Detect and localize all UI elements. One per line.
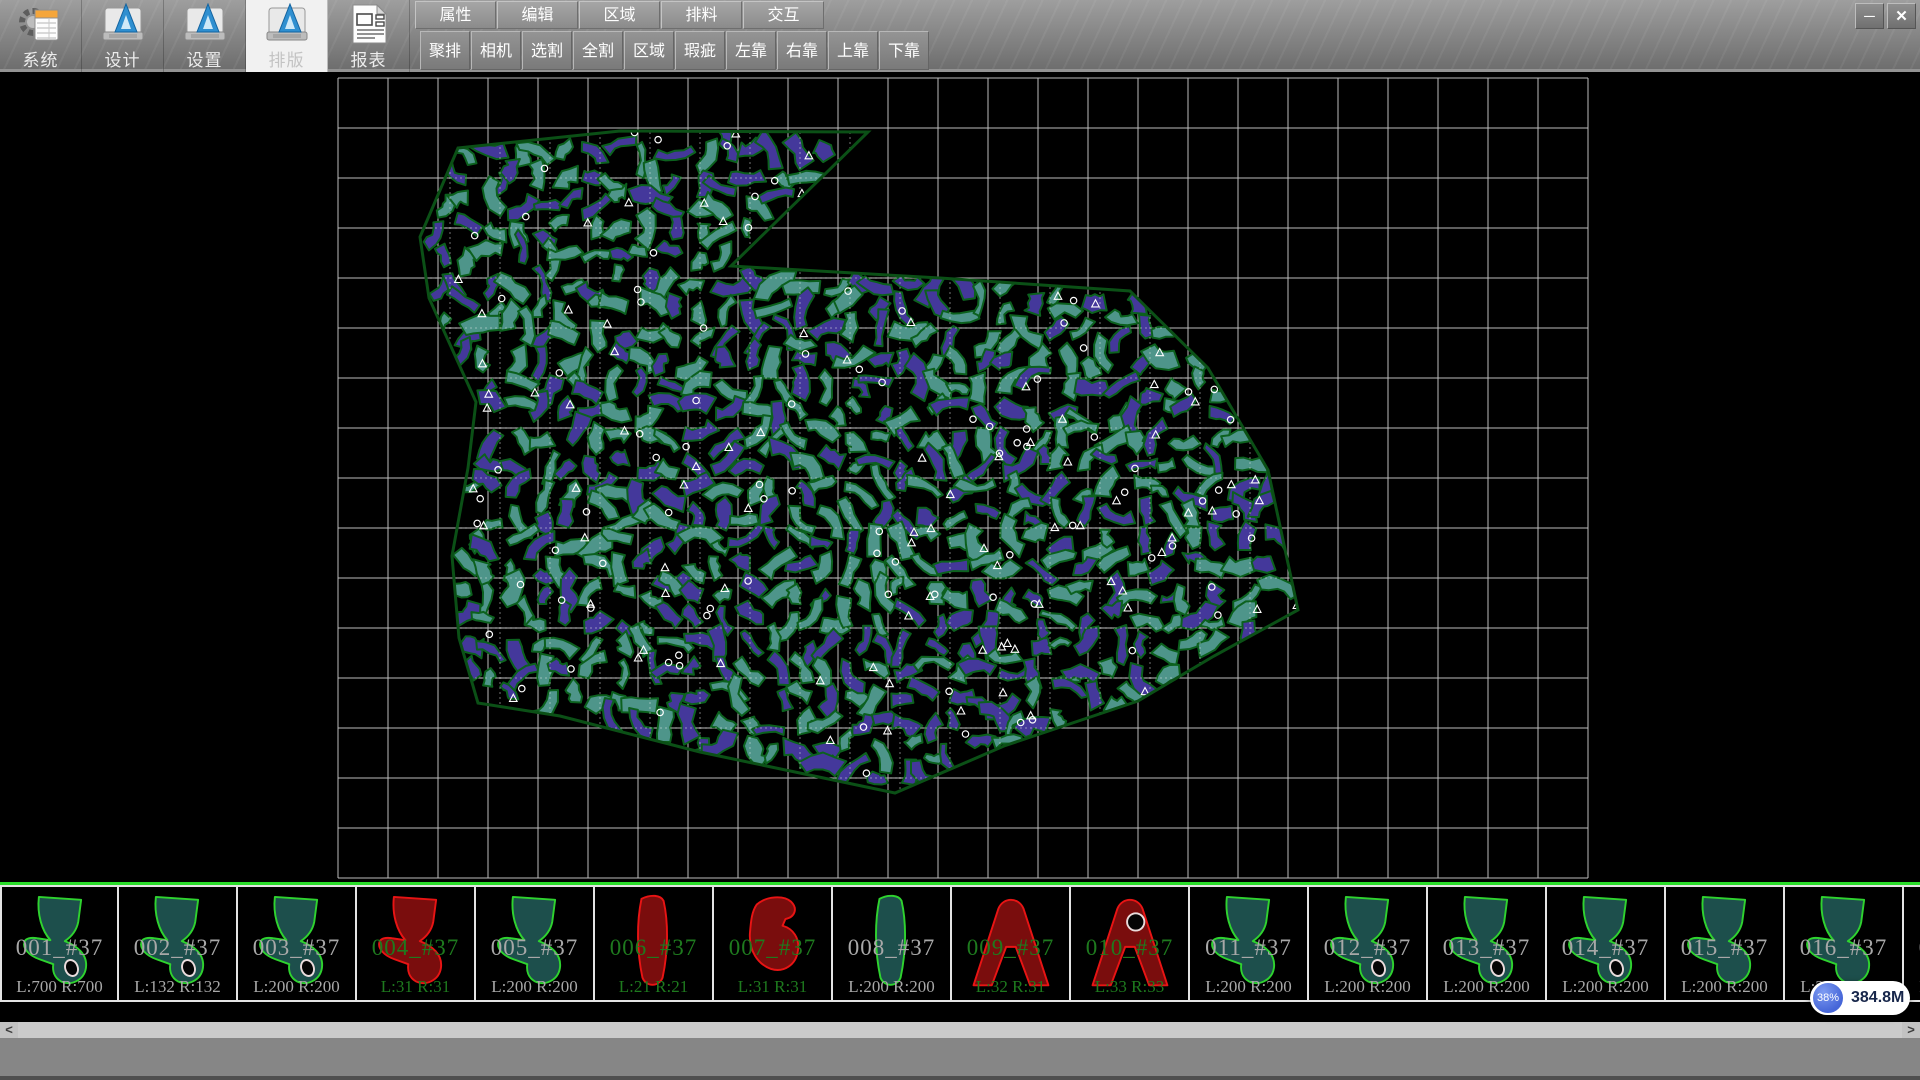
iconbar-button-label: 设置 (187, 46, 223, 71)
toolbar-area: 系统 设计 设置 排版 报表 属性编辑区域排料交互 聚排相机选割全割区域瑕疵左靠… (0, 0, 1920, 72)
piece-id-label: 005_#37 (476, 935, 593, 961)
piece-id-label: 017_#37 (1904, 935, 1920, 961)
piece-id-label: 003_#37 (238, 935, 355, 961)
piece-lr-label: L:200 R:200 (1428, 977, 1545, 997)
horizontal-scrollbar[interactable]: < > (0, 1022, 1920, 1038)
main-icon-bar: 系统 设计 设置 排版 报表 (0, 0, 410, 72)
scroll-right-icon[interactable]: > (1902, 1022, 1920, 1038)
set-square-icon (264, 3, 310, 45)
strip-cell-013_#37[interactable]: 013_#37 L:200 R:200 (1428, 885, 1547, 1002)
status-bar (0, 1038, 1920, 1076)
piece-id-label: 016_#37 (1785, 935, 1902, 961)
window-controls: ─ ✕ (1855, 3, 1916, 29)
piece-id-label: 008_#37 (833, 935, 950, 961)
nesting-canvas[interactable] (0, 72, 1920, 882)
piece-id-label: 013_#37 (1428, 935, 1545, 961)
piece-id-label: 014_#37 (1547, 935, 1664, 961)
report-icon (346, 3, 392, 45)
nested-pieces-layer[interactable] (410, 118, 1310, 802)
minimize-button[interactable]: ─ (1855, 3, 1884, 29)
strip-cell-017_#37[interactable]: 017_#37L:200 R:200 (1904, 885, 1920, 1002)
piece-id-label: 006_#37 (595, 935, 712, 961)
window-bottom-edge (0, 1076, 1920, 1080)
strip-cell-010_#37[interactable]: 010_#37 L:33 R:33 (1071, 885, 1190, 1002)
piece-lr-label: L:200 R:200 (833, 977, 950, 997)
scroll-left-icon[interactable]: < (0, 1022, 18, 1038)
piece-lr-label: L:200 R:200 (238, 977, 355, 997)
tool-button-4[interactable]: 区域 (624, 31, 674, 70)
piece-filmstrip: 001_#37 L:700 R:700002_#37 L:132 R:132003_… (0, 882, 1920, 1022)
tool-button-7[interactable]: 右靠 (777, 31, 827, 70)
menu-item-0[interactable]: 属性 (415, 1, 496, 29)
strip-cell-015_#37[interactable]: 015_#37 L:200 R:200 (1666, 885, 1785, 1002)
piece-id-label: 010_#37 (1071, 935, 1188, 961)
iconbar-button-report[interactable]: 报表 (328, 0, 410, 72)
iconbar-button-system[interactable]: 系统 (0, 0, 82, 72)
menu-item-3[interactable]: 排料 (661, 1, 742, 29)
piece-lr-label: L:200 R:200 (476, 977, 593, 997)
piece-id-label: 015_#37 (1666, 935, 1783, 961)
application-window: 系统 设计 设置 排版 报表 属性编辑区域排料交互 聚排相机选割全割区域瑕疵左靠… (0, 0, 1920, 1080)
progress-pill: 38% 384.8M (1810, 981, 1910, 1015)
strip-cell-009_#37[interactable]: 009_#37 L:32 R:31 (952, 885, 1071, 1002)
piece-lr-label: L:132 R:132 (119, 977, 236, 997)
piece-id-label: 002_#37 (119, 935, 236, 961)
piece-lr-label: L:32 R:31 (952, 977, 1069, 997)
strip-cell-012_#37[interactable]: 012_#37 L:200 R:200 (1309, 885, 1428, 1002)
tool-button-6[interactable]: 左靠 (726, 31, 776, 70)
piece-id-label: 001_#37 (2, 935, 117, 961)
menu-item-2[interactable]: 区域 (579, 1, 660, 29)
iconbar-button-label: 排版 (269, 46, 305, 71)
tool-button-3[interactable]: 全割 (573, 31, 623, 70)
piece-lr-label: L:31 R:31 (357, 977, 474, 997)
tool-button-bar: 聚排相机选割全割区域瑕疵左靠右靠上靠下靠 (420, 31, 930, 70)
strip-cell-006_#37[interactable]: 006_#37 L:21 R:21 (595, 885, 714, 1002)
close-button[interactable]: ✕ (1887, 3, 1916, 29)
strip-cell-005_#37[interactable]: 005_#37 L:200 R:200 (476, 885, 595, 1002)
piece-lr-label: L:21 R:21 (595, 977, 712, 997)
piece-id-label: 011_#37 (1190, 935, 1307, 961)
tool-button-2[interactable]: 选割 (522, 31, 572, 70)
tool-button-1[interactable]: 相机 (471, 31, 521, 70)
iconbar-button-label: 报表 (351, 46, 387, 71)
piece-lr-label: L:33 R:33 (1071, 977, 1188, 997)
tool-button-9[interactable]: 下靠 (879, 31, 929, 70)
iconbar-button-design[interactable]: 设计 (82, 0, 164, 72)
strip-cell-011_#37[interactable]: 011_#37 L:200 R:200 (1190, 885, 1309, 1002)
system-icon (18, 3, 64, 45)
filmstrip-cells: 001_#37 L:700 R:700002_#37 L:132 R:132003_… (0, 885, 1920, 1002)
iconbar-button-label: 设计 (105, 46, 141, 71)
piece-lr-label: L:200 R:200 (1309, 977, 1426, 997)
tool-button-0[interactable]: 聚排 (420, 31, 470, 70)
piece-id-label: 012_#37 (1309, 935, 1426, 961)
iconbar-button-layout[interactable]: 排版 (246, 0, 328, 72)
piece-lr-label: L:200 R:200 (1547, 977, 1664, 997)
menu-bar: 属性编辑区域排料交互 (415, 1, 825, 29)
piece-id-label: 009_#37 (952, 935, 1069, 961)
strip-cell-002_#37[interactable]: 002_#37 L:132 R:132 (119, 885, 238, 1002)
tool-button-8[interactable]: 上靠 (828, 31, 878, 70)
progress-circle: 38% (1811, 981, 1845, 1015)
strip-cell-001_#37[interactable]: 001_#37 L:700 R:700 (0, 885, 119, 1002)
piece-lr-label: L:200 R:200 (1666, 977, 1783, 997)
memory-usage-label: 384.8M (1851, 989, 1904, 1007)
tool-button-5[interactable]: 瑕疵 (675, 31, 725, 70)
strip-cell-007_#37[interactable]: 007_#37 L:31 R:31 (714, 885, 833, 1002)
strip-cell-003_#37[interactable]: 003_#37 L:200 R:200 (238, 885, 357, 1002)
menu-item-1[interactable]: 编辑 (497, 1, 578, 29)
piece-lr-label: L:700 R:700 (2, 977, 117, 997)
menu-item-4[interactable]: 交互 (743, 1, 824, 29)
set-square-icon (182, 3, 228, 45)
strip-cell-014_#37[interactable]: 014_#37 L:200 R:200 (1547, 885, 1666, 1002)
nesting-canvas-svg[interactable] (0, 72, 1920, 882)
set-square-icon (100, 3, 146, 45)
iconbar-button-settings[interactable]: 设置 (164, 0, 246, 72)
piece-lr-label: L:200 R:200 (1190, 977, 1307, 997)
piece-lr-label: L:31 R:31 (714, 977, 831, 997)
strip-cell-004_#37[interactable]: 004_#37 L:31 R:31 (357, 885, 476, 1002)
iconbar-button-label: 系统 (23, 46, 59, 71)
piece-id-label: 004_#37 (357, 935, 474, 961)
strip-cell-008_#37[interactable]: 008_#37 L:200 R:200 (833, 885, 952, 1002)
piece-id-label: 007_#37 (714, 935, 831, 961)
